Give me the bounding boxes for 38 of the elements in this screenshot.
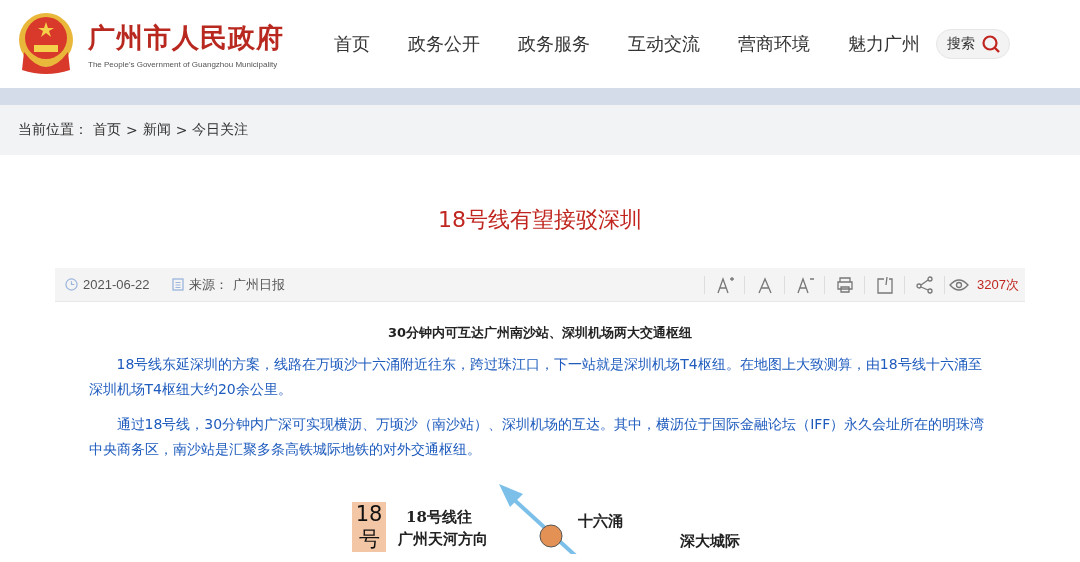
- font-smaller-icon: [794, 275, 815, 294]
- article-subtitle: 30分钟内可互达广州南沙站、深圳机场两大交通枢纽: [387, 324, 693, 342]
- nav-link[interactable]: 政务服务: [518, 32, 590, 56]
- nav-link[interactable]: 互动交流: [628, 32, 700, 56]
- intercity-label: 深大城际: [680, 531, 740, 552]
- clock-icon: [65, 278, 78, 291]
- site-title: 广州市人民政府: [88, 20, 284, 55]
- view-count: 3207次: [977, 275, 1019, 294]
- breadcrumb-link[interactable]: 今日关注: [192, 121, 249, 139]
- eye-icon: [949, 277, 970, 292]
- breadcrumb-link[interactable]: 首页: [93, 121, 121, 139]
- nav-link[interactable]: 魅力广州: [848, 32, 920, 56]
- share-icon: [914, 275, 935, 294]
- nav-link[interactable]: 政务公开: [408, 32, 480, 56]
- source-label: 来源：: [188, 275, 228, 294]
- export-icon: [874, 275, 895, 294]
- font-larger-icon: [714, 275, 735, 294]
- breadcrumb-label: 当前位置：: [18, 121, 88, 139]
- article-paragraph: 18号线东延深圳的方案，线路在万顷沙十六涌附近往东，跨过珠江口，下一站就是深圳机场T4枢纽。在地图上大致测算，由18号线十六涌至深圳机场T4枢纽大约20余公里。: [88, 355, 983, 399]
- direction-label: 广州天河方向: [398, 529, 488, 550]
- search-button[interactable]: 搜索: [936, 29, 1010, 59]
- article-title: 18号线有望接驳深圳: [438, 206, 642, 234]
- breadcrumb-separator: >: [126, 122, 138, 138]
- document-icon: [171, 278, 184, 291]
- station-dot: [539, 524, 563, 548]
- site-subtitle: The People's Government of Guangzhou Municipality: [88, 59, 279, 69]
- publish-date: 2021-06-22: [83, 277, 150, 292]
- print-icon: [834, 275, 855, 294]
- breadcrumb-link[interactable]: 新闻: [142, 121, 171, 139]
- direction-label: 18号线往: [406, 507, 472, 528]
- breadcrumb-separator: >: [175, 122, 188, 138]
- nav-link[interactable]: 营商环境: [738, 32, 810, 56]
- source-name: 广州日报: [232, 275, 285, 294]
- line-badge: 18号: [352, 502, 386, 552]
- article-paragraph: 通过18号线，30分钟内广深可实现横沥、万顷沙（南沙站）、深圳机场的互达。其中，横沥位于国际金融论坛（IFF）永久会址所在的明珠湾中央商务区，南沙站是汇聚多条高铁城际地铁的对外交通枢纽。: [88, 415, 986, 459]
- nav-link[interactable]: 首页: [334, 32, 370, 56]
- station-label: 十六涌: [578, 511, 623, 532]
- search-icon: [981, 34, 1001, 54]
